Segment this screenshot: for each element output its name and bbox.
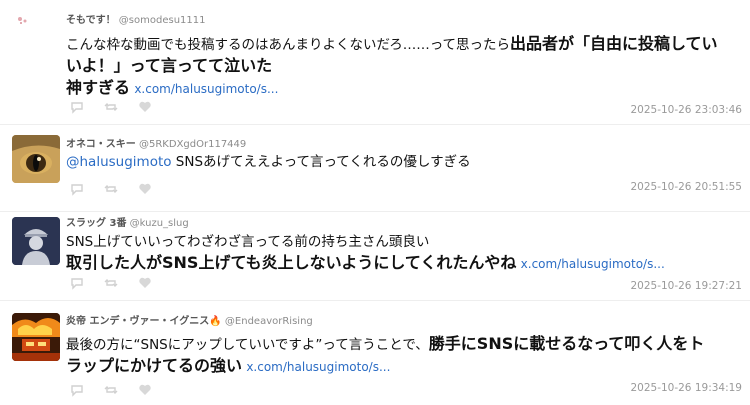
post-text-bold: 勝手にSNSに載せるなって叩く人をト <box>428 334 705 353</box>
post-link[interactable]: x.com/halusugimoto/s... <box>521 257 665 271</box>
post-text-bold: いよ！」って言ってて泣いた <box>66 56 273 75</box>
reply-icon[interactable] <box>70 182 84 196</box>
post-text-plain: SNSあげてええよって言ってくれるの優しすぎる <box>171 154 471 170</box>
like-icon[interactable] <box>138 100 152 114</box>
timestamp[interactable]: 2025-10-26 19:27:21 <box>630 280 742 292</box>
post-2: オネコ・スキー @5RKDXgdOr117449 @halusugimoto S… <box>0 125 750 211</box>
post-text-bold: 取引した人がSNS上げても炎上しないようにしてくれたんやね <box>66 253 517 272</box>
action-bar <box>70 383 152 397</box>
like-icon[interactable] <box>138 182 152 196</box>
retweet-icon[interactable] <box>104 182 118 196</box>
like-icon[interactable] <box>138 276 152 290</box>
post-text: @halusugimoto SNSあげてええよって言ってくれるの優しすぎる <box>66 153 742 172</box>
avatar[interactable] <box>12 313 60 361</box>
timestamp[interactable]: 2025-10-26 19:34:19 <box>630 382 742 394</box>
retweet-icon[interactable] <box>104 383 118 397</box>
post-header: オネコ・スキー @5RKDXgdOr117449 <box>66 135 246 150</box>
timestamp[interactable]: 2025-10-26 23:03:46 <box>630 104 742 116</box>
post-text-bold: 神すぎる <box>66 78 131 97</box>
post-header: そもです！ @somodesu1111 <box>66 11 205 26</box>
post-text: こんな枠な動画でも投稿するのはあんまりよくないだろ……って思ったら出品者が「自由… <box>66 33 742 99</box>
post-header: 炎帝 エンデ・ヴァー・イグニス🔥 @EndeavorRising <box>66 312 313 327</box>
avatar[interactable] <box>12 217 60 265</box>
reply-icon[interactable] <box>70 383 84 397</box>
action-bar <box>70 276 152 290</box>
reply-feed: そもです！ @somodesu1111 こんな枠な動画でも投稿するのはあんまりよ… <box>0 0 750 405</box>
post-text-bold: 出品者が「自由に投稿してい <box>510 34 718 53</box>
display-name[interactable]: そもです！ <box>66 15 116 26</box>
user-handle[interactable]: @5RKDXgdOr117449 <box>139 139 246 150</box>
post-link[interactable]: x.com/halusugimoto/s... <box>134 82 278 96</box>
avatar-image <box>12 135 60 183</box>
retweet-icon[interactable] <box>104 100 118 114</box>
post-1: そもです！ @somodesu1111 こんな枠な動画でも投稿するのはあんまりよ… <box>0 0 750 124</box>
display-name[interactable]: スラッグ 3番 <box>66 218 126 229</box>
timestamp[interactable]: 2025-10-26 20:51:55 <box>630 181 742 193</box>
display-name[interactable]: オネコ・スキー <box>66 139 136 150</box>
display-name[interactable]: 炎帝 エンデ・ヴァー・イグニス🔥 <box>66 316 222 327</box>
user-handle[interactable]: @kuzu_slug <box>130 218 189 229</box>
post-link[interactable]: x.com/halusugimoto/s... <box>246 360 390 374</box>
post-3: スラッグ 3番 @kuzu_slug SNS上げていいってわざわざ言ってる前の持… <box>0 212 750 300</box>
reply-icon[interactable] <box>70 100 84 114</box>
avatar[interactable] <box>12 135 60 183</box>
post-text-plain: 最後の方に“SNSにアップしていいですよ”って言うことで、 <box>66 337 429 353</box>
avatar-image <box>12 217 60 265</box>
action-bar <box>70 182 152 196</box>
post-text-plain: こんな枠な動画でも投稿するのはあんまりよくないだろ……って思ったら <box>66 37 511 53</box>
post-text-bold: ラップにかけてるの強い <box>66 356 243 375</box>
retweet-icon[interactable] <box>104 276 118 290</box>
user-handle[interactable]: @EndeavorRising <box>225 316 313 327</box>
avatar-image <box>18 17 27 24</box>
avatar[interactable] <box>12 8 60 56</box>
like-icon[interactable] <box>138 383 152 397</box>
post-text: 最後の方に“SNSにアップしていいですよ”って言うことで、勝手にSNSに載せるな… <box>66 333 742 377</box>
user-handle[interactable]: @somodesu1111 <box>119 15 206 26</box>
post-text: SNS上げていいってわざわざ言ってる前の持ち主さん頭良い 取引した人がSNS上げ… <box>66 233 742 274</box>
action-bar <box>70 100 152 114</box>
post-header: スラッグ 3番 @kuzu_slug <box>66 214 189 229</box>
avatar-image <box>12 313 60 361</box>
mention-link[interactable]: @halusugimoto <box>66 154 172 170</box>
post-text-plain: SNS上げていいってわざわざ言ってる前の持ち主さん頭良い <box>66 234 430 250</box>
post-4: 炎帝 エンデ・ヴァー・イグニス🔥 @EndeavorRising 最後の方に“S… <box>0 301 750 405</box>
reply-icon[interactable] <box>70 276 84 290</box>
